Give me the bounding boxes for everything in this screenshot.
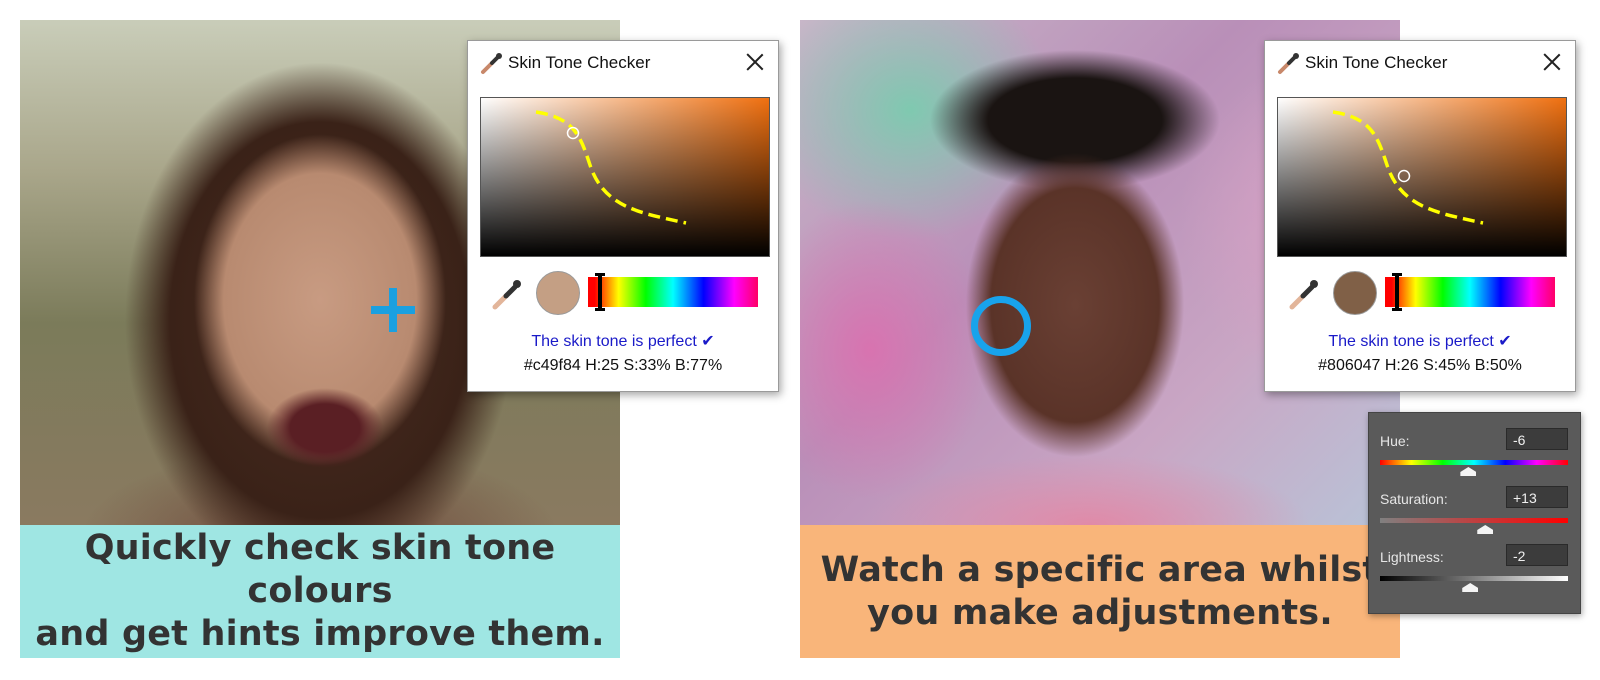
- skin-tone-checker-window: Skin Tone Checker The skin tone is perfe…: [467, 40, 779, 392]
- hue-slider-handle[interactable]: [595, 273, 606, 311]
- window-title: Skin Tone Checker: [508, 53, 651, 72]
- right-caption-line1: Watch a specific area whilst: [820, 549, 1380, 590]
- eyedropper-tool-icon[interactable]: [1287, 277, 1321, 311]
- saturation-input[interactable]: +13: [1506, 486, 1568, 508]
- skin-tone-guide-curve: [1332, 110, 1484, 225]
- sampled-color-swatch: [536, 271, 580, 315]
- left-caption-line2: and get hints improve them.: [35, 614, 605, 654]
- tone-color-field[interactable]: [480, 97, 770, 257]
- hue-slider-handle[interactable]: [1392, 273, 1403, 311]
- ring-marker-icon: [971, 296, 1031, 356]
- skin-tone-checker-window: Skin Tone Checker The skin tone is perfe…: [1264, 40, 1576, 392]
- plus-crosshair-icon: [371, 288, 415, 332]
- hue-slider[interactable]: [1385, 273, 1555, 311]
- lightness-track[interactable]: [1380, 576, 1568, 581]
- window-title: Skin Tone Checker: [1305, 53, 1448, 72]
- close-icon[interactable]: [1543, 53, 1561, 71]
- hue-track[interactable]: [1380, 460, 1568, 465]
- tone-status-text: The skin tone is perfect ✔: [1328, 333, 1512, 350]
- right-caption-line2: you make adjustments.: [867, 592, 1333, 633]
- right-caption: Watch a specific area whilst you make ad…: [800, 525, 1400, 658]
- tone-status-text: The skin tone is perfect ✔: [531, 333, 715, 350]
- eyedropper-icon: [1278, 53, 1299, 74]
- skin-tone-guide-curve: [535, 110, 687, 225]
- hue-input[interactable]: -6: [1506, 428, 1568, 450]
- left-caption: Quickly check skin tone colours and get …: [20, 525, 620, 658]
- close-icon[interactable]: [746, 53, 764, 71]
- eyedropper-icon: [481, 53, 502, 74]
- hue-slider[interactable]: [588, 273, 758, 311]
- hue-label: Hue:: [1380, 433, 1410, 449]
- eyedropper-tool-icon[interactable]: [490, 277, 524, 311]
- tone-color-field[interactable]: [1277, 97, 1567, 257]
- hue-saturation-panel: Hue: -6 Saturation: +13 Lightness: -2: [1368, 412, 1581, 614]
- lightness-label: Lightness:: [1380, 549, 1444, 565]
- left-caption-line1: Quickly check skin tone colours: [84, 528, 556, 611]
- sample-point: [1397, 169, 1411, 183]
- saturation-label: Saturation:: [1380, 491, 1448, 507]
- color-info-readout: #c49f84 H:25 S:33% B:77%: [523, 357, 723, 374]
- saturation-track[interactable]: [1380, 518, 1568, 523]
- lightness-input[interactable]: -2: [1506, 544, 1568, 566]
- sampled-color-swatch: [1333, 271, 1377, 315]
- color-info-readout: #806047 H:26 S:45% B:50%: [1318, 357, 1522, 374]
